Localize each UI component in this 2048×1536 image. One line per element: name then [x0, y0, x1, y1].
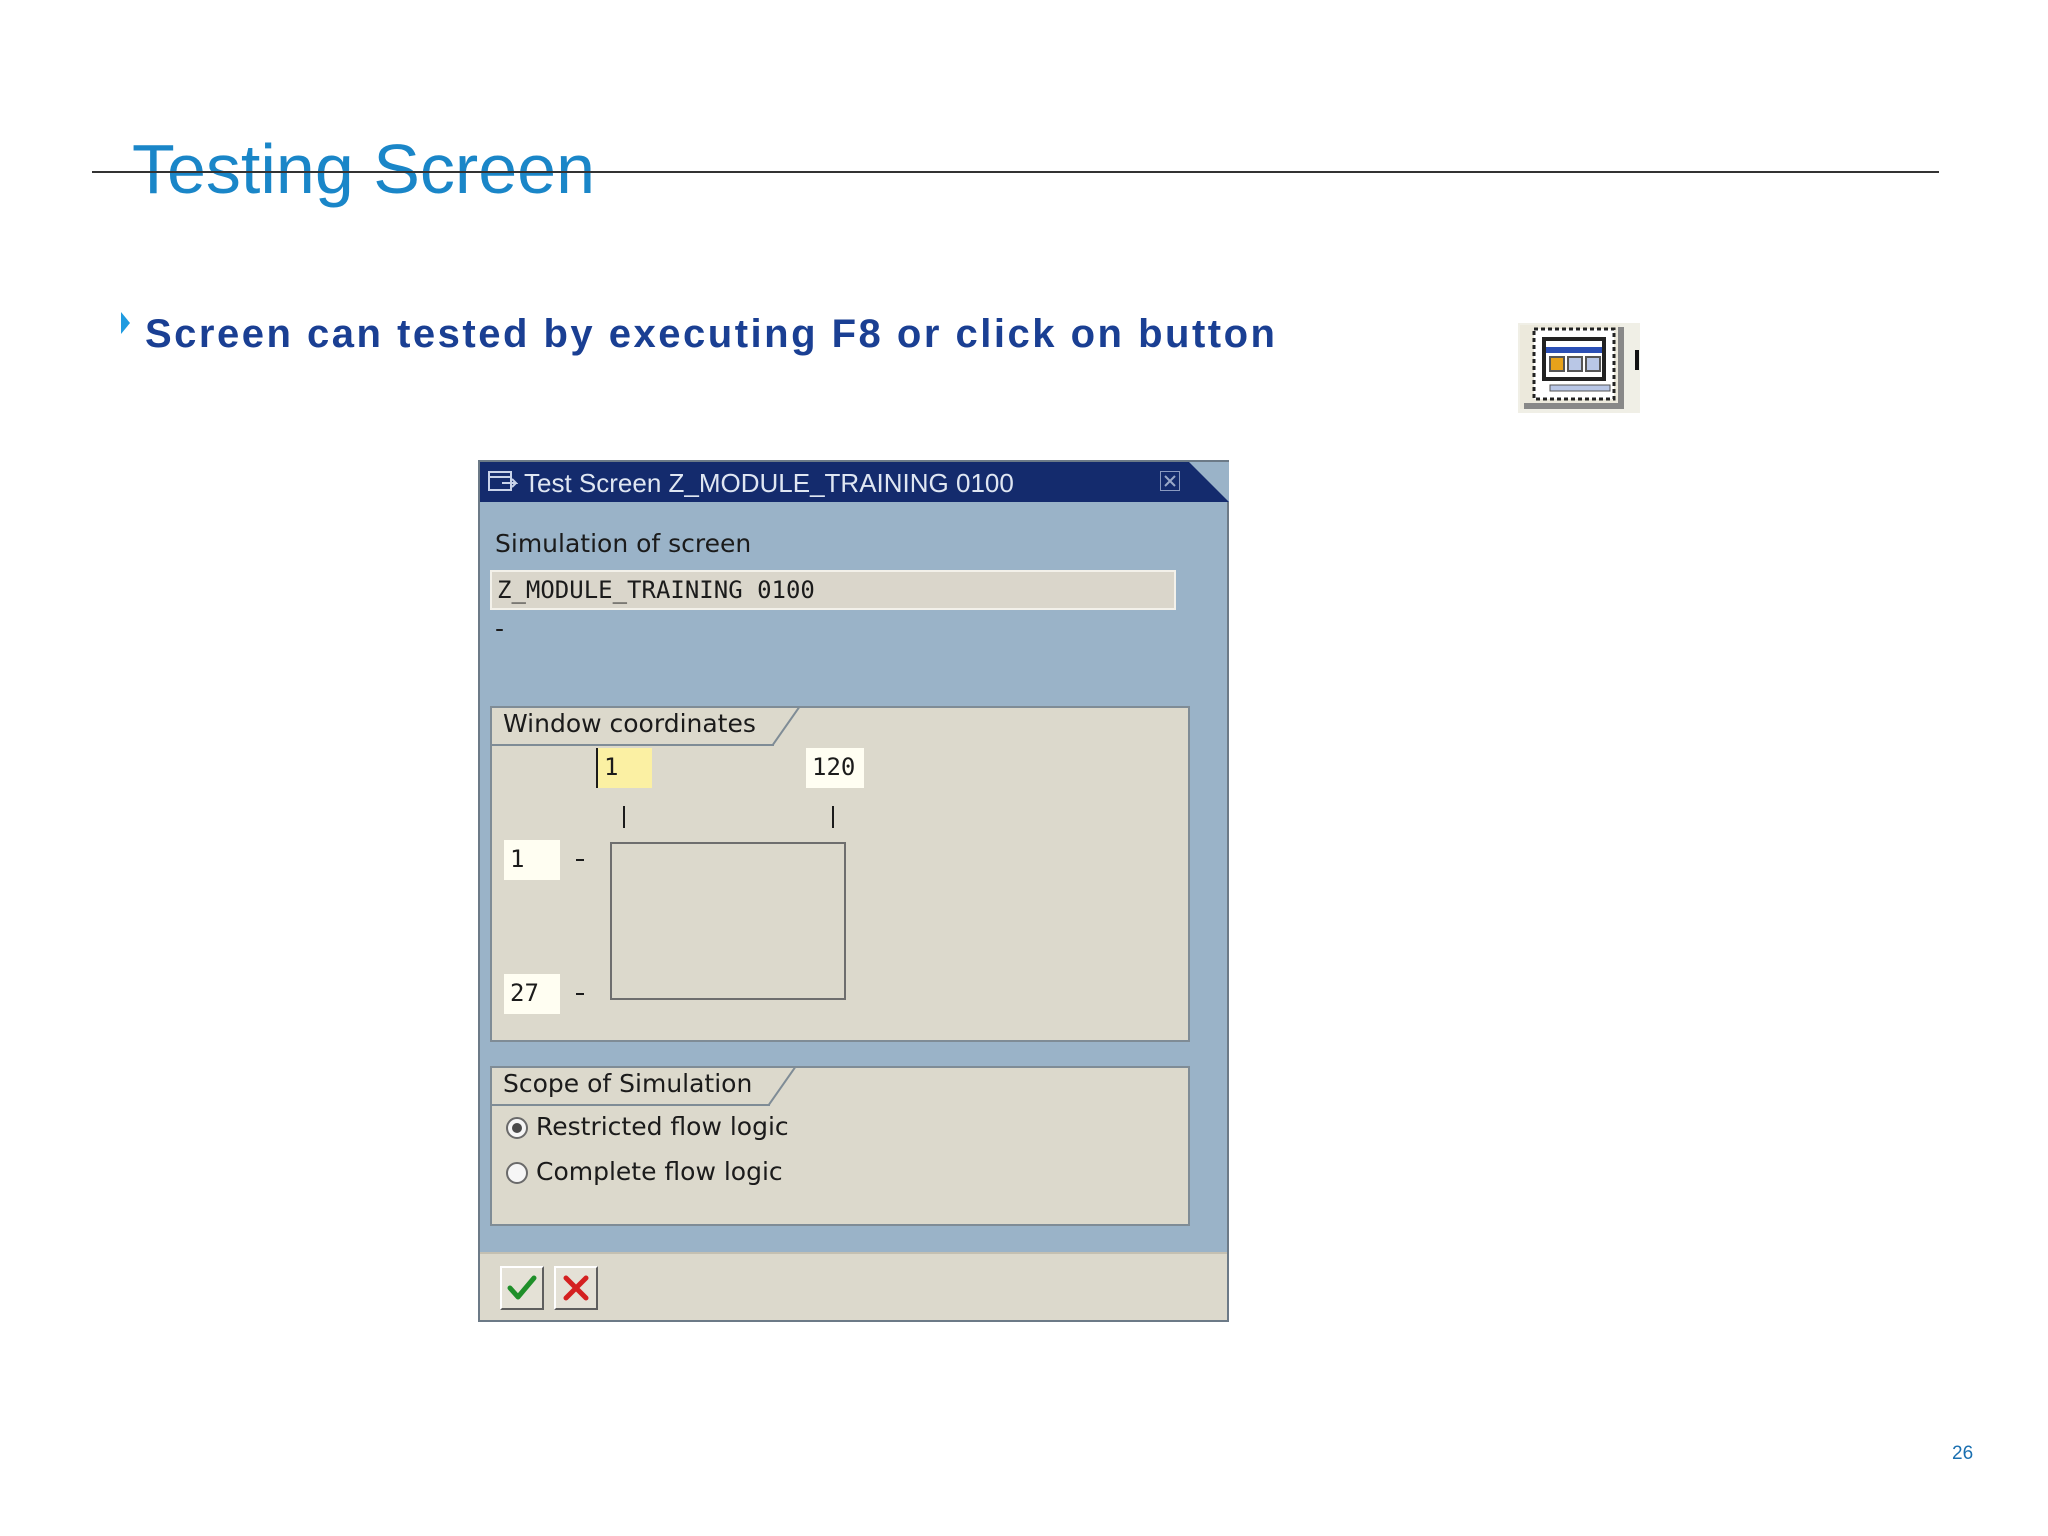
bullet-arrow-icon	[121, 312, 130, 334]
row-start-input[interactable]: 1	[504, 840, 560, 880]
window-coordinates-group: Window coordinates 1 120 1 27	[490, 706, 1190, 1042]
screen-name-value: Z_MODULE_TRAINING 0100	[497, 576, 815, 604]
screen-name-field: Z_MODULE_TRAINING 0100	[490, 570, 1176, 610]
dialog-footer	[480, 1252, 1227, 1320]
screen-description: -	[495, 614, 505, 643]
bullet-text: Screen can tested by executing F8 or cli…	[145, 312, 1278, 356]
scope-label: Scope of Simulation	[503, 1069, 753, 1098]
column-end-input[interactable]: 120	[806, 748, 864, 788]
column-start-input[interactable]: 1	[596, 748, 652, 788]
close-icon[interactable]	[1160, 471, 1180, 491]
radio-button[interactable]	[506, 1162, 528, 1184]
column-end-tick	[832, 806, 834, 828]
scope-of-simulation-group: Scope of Simulation Restricted flow logi…	[490, 1066, 1190, 1226]
checkmark-icon	[507, 1275, 537, 1300]
title-divider	[92, 171, 1939, 173]
window-coordinates-label: Window coordinates	[503, 709, 756, 738]
radio-button-selected[interactable]	[506, 1117, 528, 1139]
cancel-button[interactable]	[554, 1266, 598, 1310]
simulation-label: Simulation of screen	[495, 529, 752, 558]
page-number: 26	[1952, 1443, 1974, 1464]
scope-tab: Scope of Simulation	[490, 1066, 796, 1106]
dialog-title: Test Screen Z_MODULE_TRAINING 0100	[524, 468, 1014, 498]
slide-title: Testing Screen	[132, 130, 596, 208]
window-coordinates-tab: Window coordinates	[490, 706, 800, 746]
confirm-button[interactable]	[500, 1266, 544, 1310]
cancel-x-icon	[563, 1275, 589, 1301]
test-screen-icon[interactable]	[1518, 323, 1640, 413]
dialog-titlebar: Test Screen Z_MODULE_TRAINING 0100	[480, 462, 1229, 502]
row-start-dash	[576, 859, 584, 861]
row-end-dash	[576, 993, 584, 995]
row-end-input[interactable]: 27	[504, 974, 560, 1014]
test-screen-dialog: Test Screen Z_MODULE_TRAINING 0100 Simul…	[478, 460, 1229, 1322]
column-start-tick	[623, 806, 625, 828]
window-preview-box	[610, 842, 846, 1000]
window-icon	[488, 471, 519, 498]
